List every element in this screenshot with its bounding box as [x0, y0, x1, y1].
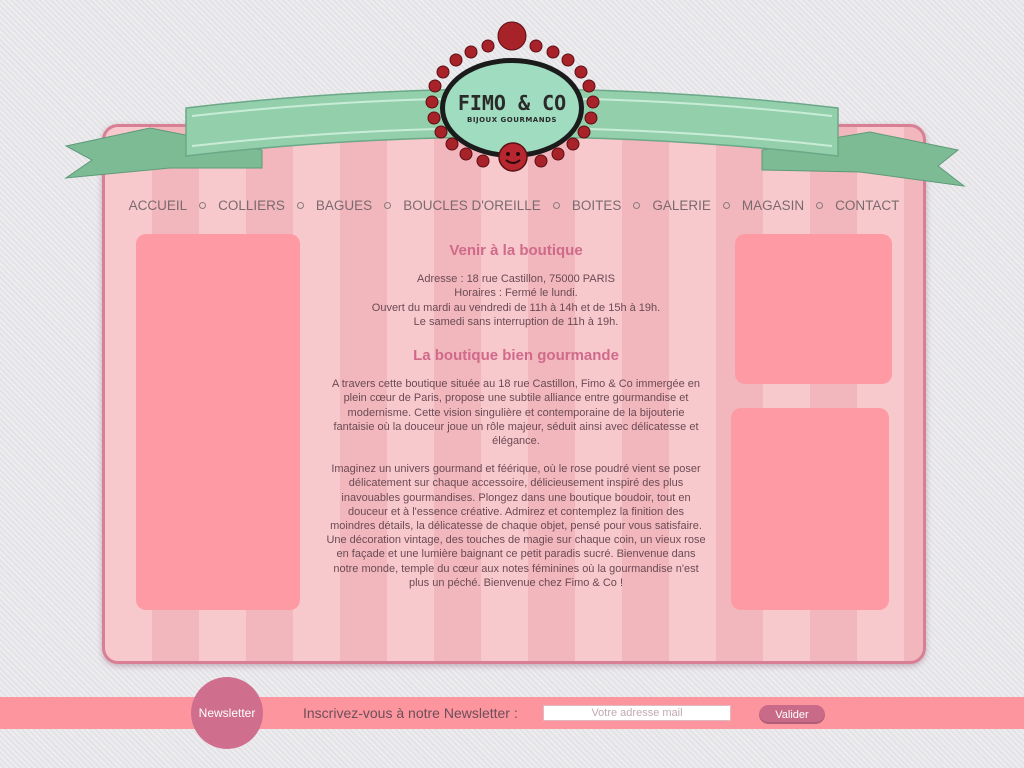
nav-contact[interactable]: CONTACT — [835, 198, 899, 213]
nav-magasin[interactable]: MAGASIN — [742, 198, 804, 213]
nav-galerie[interactable]: GALERIE — [652, 198, 711, 213]
nav-accueil[interactable]: ACCUEIL — [129, 198, 188, 213]
nav-separator-icon — [384, 201, 392, 209]
newsletter-email-input[interactable] — [543, 705, 731, 721]
logo-title: FIMO & CO — [457, 90, 567, 115]
nav-separator-icon — [552, 201, 560, 209]
newsletter-submit-button[interactable]: Valider — [759, 705, 825, 724]
nav-colliers[interactable]: COLLIERS — [218, 198, 285, 213]
heading-boutique: La boutique bien gourmande — [413, 347, 619, 365]
newsletter-label: Inscrivez-vous à notre Newsletter : — [303, 705, 518, 721]
address-line: Adresse : 18 rue Castillon, 75000 PARIS — [417, 273, 615, 286]
logo-subtitle: BIJOUX GOURMANDS — [467, 115, 557, 124]
nav-separator-icon — [816, 201, 824, 209]
main-content: Venir à la boutique Adresse : 18 rue Cas… — [326, 242, 706, 590]
nav-separator-icon — [199, 201, 207, 209]
main-nav: ACCUEIL COLLIERS BAGUES BOUCLES D'OREILL… — [102, 194, 926, 216]
nav-separator-icon — [722, 201, 730, 209]
nav-boucles-oreille[interactable]: BOUCLES D'OREILLE — [403, 198, 541, 213]
newsletter-badge: Newsletter — [191, 677, 263, 749]
nav-bagues[interactable]: BAGUES — [316, 198, 372, 213]
right-top-image-box — [735, 234, 892, 384]
left-image-box — [136, 234, 300, 610]
right-bottom-image-box — [731, 408, 889, 610]
heading-visit: Venir à la boutique — [449, 242, 583, 259]
hours-line: Horaires : Fermé le lundi. — [454, 287, 578, 300]
nav-separator-icon — [296, 201, 304, 209]
hours-line: Le samedi sans interruption de 11h à 19h… — [413, 315, 619, 328]
hours-line: Ouvert du mardi au vendredi de 11h à 14h… — [371, 301, 661, 314]
nav-boites[interactable]: BOITES — [572, 198, 622, 213]
nav-separator-icon — [633, 201, 641, 209]
address-block: Adresse : 18 rue Castillon, 75000 PARIS … — [326, 272, 706, 329]
paragraph-description: Imaginez un univers gourmand et féérique… — [326, 463, 706, 589]
paragraph-intro: A travers cette boutique située au 18 ru… — [331, 378, 701, 448]
macaron-smiley-icon — [498, 142, 528, 172]
